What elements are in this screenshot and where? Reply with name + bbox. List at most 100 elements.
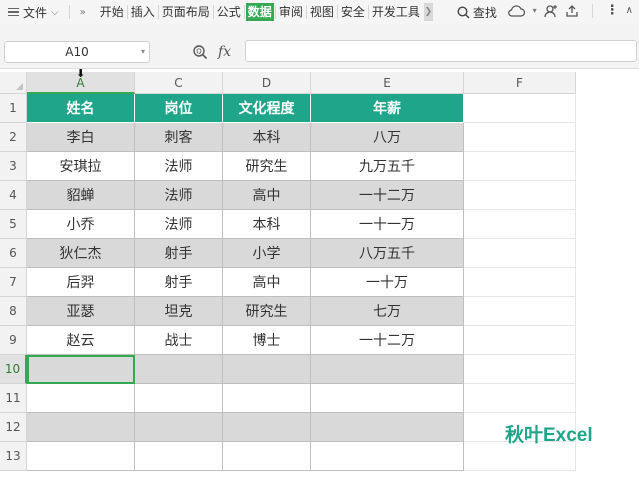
table-header-cell[interactable]: 文化程度 [223, 94, 311, 123]
cell-empty[interactable] [223, 442, 311, 471]
table-cell[interactable]: 博士 [223, 326, 311, 355]
table-cell[interactable]: 赵云 [27, 326, 135, 355]
search-button[interactable]: 查找 [457, 4, 497, 21]
table-cell[interactable]: 八万 [311, 123, 464, 152]
cell-empty[interactable] [311, 355, 464, 384]
column-header-d[interactable]: D [223, 72, 311, 94]
cell-empty[interactable] [464, 384, 576, 413]
table-cell[interactable]: 刺客 [135, 123, 223, 152]
collapse-ribbon-icon[interactable]: ∧ [626, 5, 633, 16]
cell-empty[interactable] [27, 384, 135, 413]
zoom-formula-icon[interactable]: Q [192, 44, 208, 60]
row-header-1[interactable]: 1 [0, 94, 27, 123]
cloud-dropdown-icon[interactable]: ▾ [533, 6, 537, 15]
tab-5[interactable]: 审阅 [277, 3, 305, 21]
row-header-10[interactable]: 10 [0, 355, 27, 384]
row-header-9[interactable]: 9 [0, 326, 27, 355]
cell-empty[interactable] [223, 413, 311, 442]
row-header-8[interactable]: 8 [0, 297, 27, 326]
table-cell[interactable]: 战士 [135, 326, 223, 355]
tab-7[interactable]: 安全 [339, 3, 367, 21]
cell-empty[interactable] [135, 442, 223, 471]
cell-empty[interactable] [135, 413, 223, 442]
column-header-c[interactable]: C [135, 72, 223, 94]
tab-1[interactable]: 插入 [129, 3, 157, 21]
table-cell[interactable]: 八万五千 [311, 239, 464, 268]
table-cell[interactable]: 一十二万 [311, 181, 464, 210]
row-header-5[interactable]: 5 [0, 210, 27, 239]
table-cell[interactable]: 高中 [223, 181, 311, 210]
table-cell[interactable]: 坦克 [135, 297, 223, 326]
column-header-e[interactable]: E [311, 72, 464, 94]
cell-empty[interactable] [223, 355, 311, 384]
insert-function-button[interactable]: fx [218, 44, 231, 60]
table-cell[interactable]: 一十二万 [311, 326, 464, 355]
tab-4[interactable]: 数据 [245, 3, 274, 21]
row-header-3[interactable]: 3 [0, 152, 27, 181]
cell-empty[interactable] [464, 123, 576, 152]
table-cell[interactable]: 射手 [135, 268, 223, 297]
cell-empty[interactable] [223, 384, 311, 413]
cell-empty[interactable] [464, 181, 576, 210]
table-cell[interactable]: 后羿 [27, 268, 135, 297]
active-cell[interactable] [27, 355, 135, 384]
row-header-2[interactable]: 2 [0, 123, 27, 152]
tab-8[interactable]: 开发工具 [370, 3, 422, 21]
cell-empty[interactable] [135, 355, 223, 384]
row-header-11[interactable]: 11 [0, 384, 27, 413]
file-menu[interactable]: 文件 [23, 4, 47, 21]
cell-empty[interactable] [135, 384, 223, 413]
row-header-6[interactable]: 6 [0, 239, 27, 268]
row-header-13[interactable]: 13 [0, 442, 27, 471]
table-cell[interactable]: 九万五千 [311, 152, 464, 181]
table-cell[interactable]: 一十一万 [311, 210, 464, 239]
cell-empty[interactable] [27, 442, 135, 471]
table-header-cell[interactable]: 岗位 [135, 94, 223, 123]
table-cell[interactable]: 安琪拉 [27, 152, 135, 181]
cell-empty[interactable] [464, 239, 576, 268]
row-header-7[interactable]: 7 [0, 268, 27, 297]
cell-empty[interactable] [464, 268, 576, 297]
table-cell[interactable]: 研究生 [223, 152, 311, 181]
tab-3[interactable]: 公式 [215, 3, 243, 21]
table-cell[interactable]: 貂蝉 [27, 181, 135, 210]
select-all-button[interactable] [0, 72, 27, 94]
table-cell[interactable]: 七万 [311, 297, 464, 326]
table-cell[interactable]: 本科 [223, 123, 311, 152]
row-header-4[interactable]: 4 [0, 181, 27, 210]
cell-empty[interactable] [464, 355, 576, 384]
hamburger-icon[interactable] [8, 7, 19, 17]
table-cell[interactable]: 研究生 [223, 297, 311, 326]
tab-2[interactable]: 页面布局 [160, 3, 212, 21]
table-cell[interactable]: 法师 [135, 181, 223, 210]
table-cell[interactable]: 亚瑟 [27, 297, 135, 326]
table-cell[interactable]: 高中 [223, 268, 311, 297]
cell-empty[interactable] [311, 413, 464, 442]
tab-6[interactable]: 视图 [308, 3, 336, 21]
table-cell[interactable]: 法师 [135, 152, 223, 181]
name-box[interactable]: A10 ▾ [4, 41, 150, 63]
table-cell[interactable]: 射手 [135, 239, 223, 268]
tab-scroll-right-icon[interactable]: ❯ [423, 3, 433, 21]
cell-empty[interactable] [311, 384, 464, 413]
table-cell[interactable]: 小学 [223, 239, 311, 268]
share-icon[interactable] [565, 4, 579, 18]
column-header-f[interactable]: F [464, 72, 576, 94]
cell-empty[interactable] [464, 297, 576, 326]
tab-0[interactable]: 开始 [98, 3, 126, 21]
cell-empty[interactable] [464, 94, 576, 123]
cloud-sync-icon[interactable] [507, 4, 526, 18]
table-header-cell[interactable]: 年薪 [311, 94, 464, 123]
table-cell[interactable]: 一十万 [311, 268, 464, 297]
row-header-12[interactable]: 12 [0, 413, 27, 442]
user-add-icon[interactable] [544, 4, 558, 18]
cell-empty[interactable] [464, 210, 576, 239]
table-cell[interactable]: 本科 [223, 210, 311, 239]
table-cell[interactable]: 法师 [135, 210, 223, 239]
table-cell[interactable]: 李白 [27, 123, 135, 152]
more-options-icon[interactable]: ⋮ [606, 3, 619, 18]
table-cell[interactable]: 狄仁杰 [27, 239, 135, 268]
table-header-cell[interactable]: 姓名 [27, 94, 135, 123]
more-tabs-button[interactable]: » [80, 7, 86, 18]
cell-empty[interactable] [464, 152, 576, 181]
